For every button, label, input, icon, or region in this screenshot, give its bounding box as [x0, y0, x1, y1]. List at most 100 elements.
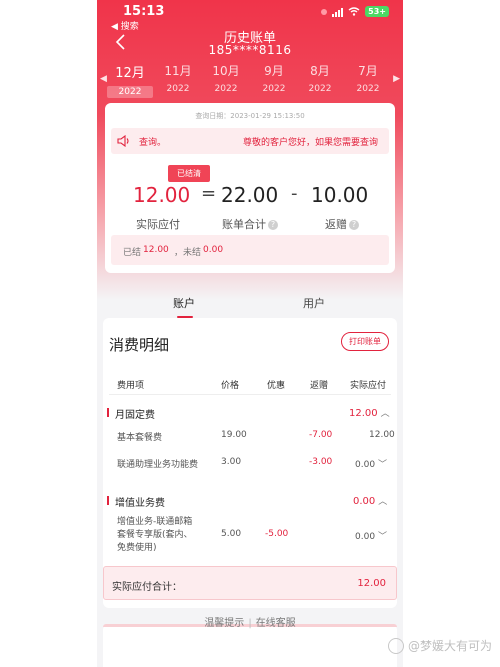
row-item-line: 免费使用)	[117, 543, 157, 553]
row-price: 3.00	[221, 457, 242, 467]
settled-prefix: 已结	[123, 248, 142, 258]
watermark: @梦媛大有可为	[387, 637, 492, 654]
phone-number: 185****8116	[208, 43, 292, 57]
status-bar: 15:13 ◀ 搜索 53+	[97, 0, 403, 32]
unsettled-prefix: ，未结	[174, 248, 202, 258]
row-actual-toggle[interactable]: 0.00 ﹀	[355, 529, 387, 542]
group-amount-toggle[interactable]: 0.00 ︿	[353, 494, 387, 507]
rebate-label: 返赠	[325, 218, 347, 231]
row-actual-toggle[interactable]: 0.00 ﹀	[355, 457, 387, 470]
row-item-multiline: 增值业务-联通邮箱 套餐专享版(套内、 免费使用)	[117, 516, 193, 555]
year-label: 2022	[262, 84, 286, 94]
row-item: 联通助理业务功能费	[117, 460, 199, 470]
month-selector: 12月 2022 11月 2022 10月 2022 9月 2022 8月 20…	[97, 62, 403, 102]
query-date: 查询日期：2023-01-29 15:13:50	[195, 112, 305, 120]
year-label: 2022	[308, 84, 332, 94]
expense-detail-card: 消费明细 打印账单 费用项 价格 优惠 返赠 实际应付 月固定费 12.00 ︿ …	[103, 318, 397, 608]
settlement-info: 已结 12.00 ，未结 0.00	[111, 235, 389, 265]
year-label: 2022	[356, 84, 380, 94]
month-label: 10月	[212, 64, 240, 78]
year-label: 2022	[166, 84, 190, 94]
month-tab-12[interactable]: 12月 2022	[107, 62, 153, 98]
chevron-down-icon: ﹀	[378, 532, 388, 542]
total-payable-bar: 实际应付合计： 12.00	[103, 566, 397, 600]
notice-banner[interactable]: 查询。 尊敬的客户您好，如果您需要查询	[111, 128, 389, 154]
rebate-amount: 10.00	[311, 183, 369, 207]
month-tab-7[interactable]: 7月 2022	[345, 62, 391, 94]
column-header-actual: 实际应付	[350, 381, 387, 391]
total-label-wrap: 账单合计?	[222, 216, 278, 232]
row-price: 5.00	[221, 529, 242, 539]
wifi-icon	[348, 7, 360, 16]
watermark-text: @梦媛大有可为	[407, 639, 492, 653]
speaker-icon	[117, 135, 129, 147]
battery-indicator: 53+	[365, 6, 389, 17]
chevron-up-icon: ︿	[380, 409, 390, 419]
month-label: 8月	[310, 64, 330, 78]
row-rebate: -7.00	[309, 430, 333, 440]
group-marker	[107, 408, 109, 417]
status-time: 15:13	[123, 4, 165, 19]
help-icon[interactable]: ?	[268, 220, 278, 230]
row-item-line: 套餐专享版(套内、	[117, 530, 193, 540]
unsettled-value: 0.00	[203, 245, 224, 255]
month-tab-9[interactable]: 9月 2022	[251, 62, 297, 94]
row-actual: 0.00	[355, 460, 376, 470]
row-discount: -5.00	[265, 529, 289, 539]
divider: |	[248, 618, 252, 629]
equals-sign: =	[201, 183, 217, 204]
group-marker	[107, 496, 109, 505]
column-header-item: 费用项	[117, 381, 145, 391]
app-screen: 15:13 ◀ 搜索 53+ 历史账单 185****8116 ◀ 12月 20…	[97, 0, 403, 667]
year-label: 2022	[107, 86, 153, 98]
row-rebate: -3.00	[309, 457, 333, 467]
watermark-logo-icon	[387, 637, 404, 654]
recording-dot-icon	[321, 8, 328, 15]
month-tab-11[interactable]: 11月 2022	[155, 62, 201, 94]
chevron-down-icon: ﹀	[378, 460, 388, 470]
row-item-line: 增值业务-联通邮箱	[117, 517, 193, 527]
total-amount: 22.00	[221, 183, 279, 207]
group-amount: 0.00	[353, 496, 376, 507]
row-item: 基本套餐费	[117, 433, 163, 443]
group-amount-toggle[interactable]: 12.00 ︿	[349, 406, 390, 419]
group-title: 增值业务费	[115, 498, 165, 509]
tab-user[interactable]: 用户	[303, 295, 325, 311]
status-indicators: 53+	[321, 6, 389, 17]
column-header-rebate: 返赠	[310, 381, 329, 391]
chevron-right-icon[interactable]: ▶	[393, 74, 400, 84]
settled-value: 12.00	[143, 245, 169, 255]
notice-text-left: 查询。	[139, 138, 167, 148]
signal-icon	[332, 7, 344, 17]
month-label: 11月	[164, 64, 192, 78]
month-label: 9月	[264, 64, 284, 78]
month-label: 12月	[115, 66, 145, 81]
row-actual: 12.00	[369, 430, 395, 440]
total-payable-label: 实际应付合计：	[112, 582, 182, 593]
tab-bar: 账户 用户	[97, 286, 403, 318]
minus-sign: -	[291, 183, 298, 204]
month-tab-8[interactable]: 8月 2022	[297, 62, 343, 94]
tab-account[interactable]: 账户	[173, 295, 195, 311]
row-price: 19.00	[221, 430, 247, 440]
chevron-up-icon: ︿	[378, 497, 388, 507]
footer-card	[103, 624, 397, 667]
online-service-link[interactable]: 在线客服	[256, 618, 296, 629]
help-icon[interactable]: ?	[349, 220, 359, 230]
rebate-label-wrap: 返赠?	[325, 216, 359, 232]
divider	[109, 394, 391, 395]
year-label: 2022	[214, 84, 238, 94]
total-label: 账单合计	[222, 218, 266, 231]
bill-summary-card: 查询日期：2023-01-29 15:13:50 查询。 尊敬的客户您好，如果您…	[105, 103, 395, 273]
footer-links: 温馨提示 | 在线客服	[97, 614, 403, 629]
status-badge: 已结清	[168, 165, 210, 182]
tips-link[interactable]: 温馨提示	[204, 618, 244, 629]
group-title: 月固定费	[115, 410, 155, 421]
column-header-discount: 优惠	[267, 381, 286, 391]
notice-text-right: 尊敬的客户您好，如果您需要查询	[243, 138, 379, 148]
month-label: 7月	[358, 64, 378, 78]
group-amount: 12.00	[349, 408, 378, 419]
print-bill-button[interactable]: 打印账单	[341, 332, 389, 351]
month-tab-10[interactable]: 10月 2022	[203, 62, 249, 94]
column-header-price: 价格	[221, 381, 240, 391]
